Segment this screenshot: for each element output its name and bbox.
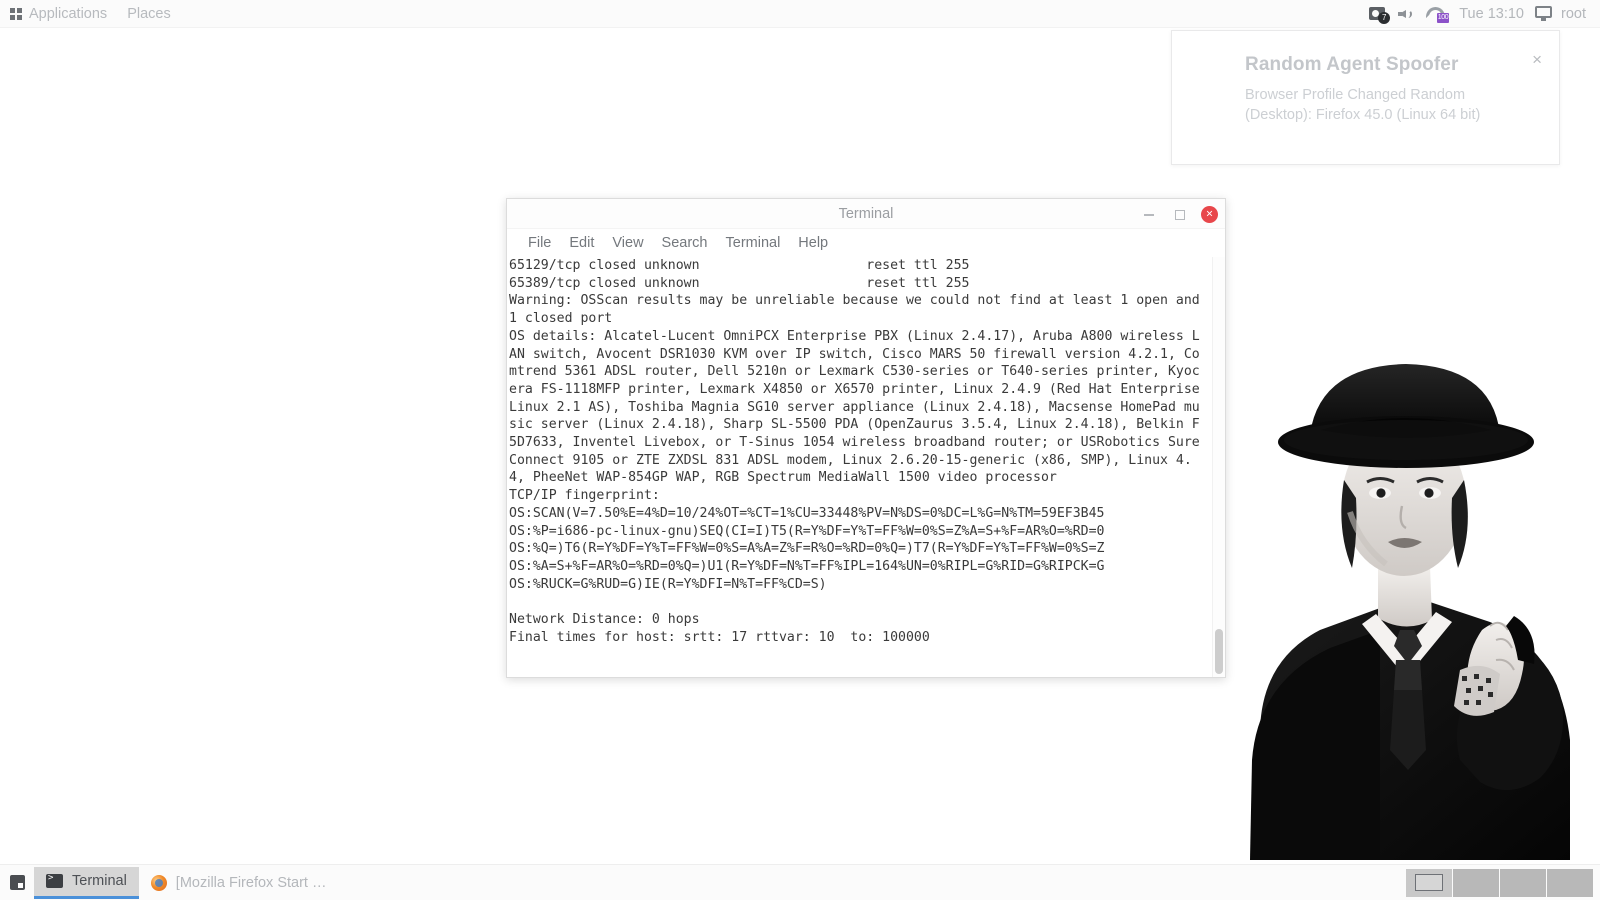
screenshot-tray-button[interactable]: 7 <box>1369 6 1391 24</box>
taskbar-item-terminal-label: Terminal <box>72 873 127 889</box>
notification-title: Random Agent Spoofer <box>1245 54 1459 75</box>
top-panel: Applications Places 7 100 Tue 13:10 root <box>0 0 1600 28</box>
clock[interactable]: Tue 13:10 <box>1459 6 1524 22</box>
terminal-scrollbar[interactable] <box>1212 257 1225 677</box>
system-tray: 7 100 Tue 13:10 root <box>1369 6 1600 24</box>
scrollbar-thumb[interactable] <box>1215 629 1223 674</box>
menu-view[interactable]: View <box>603 233 652 253</box>
minimize-button[interactable] <box>1141 206 1157 222</box>
network-tray-button[interactable]: 100 <box>1426 6 1450 23</box>
workspace-2[interactable] <box>1453 868 1500 897</box>
desktop: Applications Places 7 100 Tue 13:10 root… <box>0 0 1600 900</box>
applications-label: Applications <box>29 5 108 22</box>
workspace-4[interactable] <box>1547 868 1594 897</box>
applications-menu[interactable]: Applications <box>0 0 117 28</box>
user-menu[interactable]: root <box>1535 6 1586 22</box>
menu-help[interactable]: Help <box>789 233 837 253</box>
places-label: Places <box>127 5 171 22</box>
workspace-3[interactable] <box>1500 868 1547 897</box>
monitor-icon <box>1535 6 1554 21</box>
show-desktop-icon <box>9 875 25 890</box>
show-desktop-button[interactable] <box>0 865 34 900</box>
taskbar: Terminal [Mozilla Firefox Start … <box>0 864 1600 900</box>
user-label: root <box>1561 5 1586 22</box>
grid-icon <box>10 7 22 20</box>
menu-terminal[interactable]: Terminal <box>717 233 790 253</box>
terminal-menubar: File Edit View Search Terminal Help <box>507 229 1225 257</box>
terminal-icon <box>46 873 63 888</box>
screenshot-badge-count: 7 <box>1378 12 1391 24</box>
terminal-window[interactable]: Terminal × File Edit View Search Termina… <box>506 198 1226 678</box>
close-icon: × <box>1205 206 1213 221</box>
notification-popup[interactable]: Random Agent Spoofer Browser Profile Cha… <box>1171 30 1560 165</box>
window-title: Terminal <box>838 205 894 222</box>
firefox-icon <box>150 874 167 891</box>
volume-tray-button[interactable] <box>1398 7 1415 21</box>
terminal-output: 65129/tcp closed unknown reset ttl 255 6… <box>509 258 1200 645</box>
places-menu[interactable]: Places <box>117 0 181 28</box>
notification-body: Browser Profile Changed Random (Desktop)… <box>1245 87 1481 123</box>
terminal-body[interactable]: 65129/tcp closed unknown reset ttl 255 6… <box>507 257 1225 677</box>
maximize-button[interactable] <box>1171 206 1187 222</box>
close-icon[interactable]: × <box>1532 51 1542 68</box>
taskbar-item-firefox[interactable]: [Mozilla Firefox Start … <box>139 868 339 897</box>
taskbar-item-firefox-label: [Mozilla Firefox Start … <box>175 874 327 891</box>
workspace-switcher <box>1406 868 1594 897</box>
taskbar-item-terminal[interactable]: Terminal <box>34 866 139 899</box>
menu-search[interactable]: Search <box>653 233 717 253</box>
close-button[interactable]: × <box>1201 205 1218 223</box>
menu-file[interactable]: File <box>519 233 560 253</box>
workspace-window-thumb <box>1415 873 1443 891</box>
window-controls: × <box>1141 199 1218 229</box>
speaker-icon <box>1398 7 1415 21</box>
camera-icon: 7 <box>1369 6 1391 24</box>
menu-edit[interactable]: Edit <box>560 233 603 253</box>
wifi-icon: 100 <box>1426 6 1450 23</box>
workspace-1[interactable] <box>1406 868 1453 897</box>
network-badge-value: 100 <box>1436 12 1450 23</box>
terminal-titlebar[interactable]: Terminal × <box>507 199 1225 229</box>
